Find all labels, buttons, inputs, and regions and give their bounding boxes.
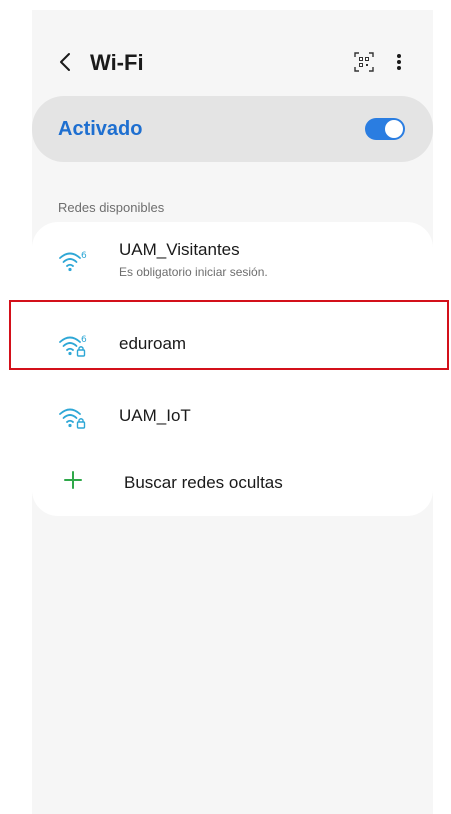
network-name: UAM_IoT [119, 406, 191, 425]
networks-list: 6 UAM_Visitantes Es obligatorio iniciar … [32, 222, 433, 516]
section-title: Redes disponibles [58, 200, 165, 215]
network-item-uam-iot[interactable]: UAM_IoT [32, 382, 433, 452]
wifi-toggle-card[interactable]: Activado [32, 96, 433, 162]
add-hidden-network-button[interactable]: Buscar redes ocultas [32, 454, 433, 516]
switch-knob [385, 120, 403, 138]
page-title: Wi-Fi [90, 50, 144, 75]
qr-code-icon[interactable] [352, 50, 376, 74]
top-bar: Wi-Fi [32, 40, 433, 84]
network-name: eduroam [119, 334, 187, 353]
wifi-6-badge: 6 [81, 335, 87, 345]
wifi-switch[interactable] [365, 118, 405, 140]
settings-screen: Wi-Fi Activado Redes disponibles 6 UAM_V… [32, 10, 433, 814]
network-name: UAM_Visitantes [119, 240, 240, 259]
plus-icon [64, 471, 82, 489]
network-subtitle: Es obligatorio iniciar sesión. [119, 265, 268, 279]
network-item-uam-visitantes[interactable]: 6 UAM_Visitantes Es obligatorio iniciar … [32, 222, 433, 302]
wifi-secure-icon [59, 408, 86, 429]
wifi-status-label: Activado [58, 118, 143, 140]
wifi-6-badge: 6 [81, 251, 87, 261]
wifi-signal-icon: 6 [59, 251, 87, 272]
more-vertical-icon[interactable] [392, 48, 406, 76]
chevron-left-icon[interactable] [54, 48, 78, 76]
network-item-eduroam[interactable]: 6 eduroam [32, 310, 433, 380]
wifi-secure-icon: 6 [59, 335, 87, 357]
add-network-label: Buscar redes ocultas [124, 473, 283, 492]
